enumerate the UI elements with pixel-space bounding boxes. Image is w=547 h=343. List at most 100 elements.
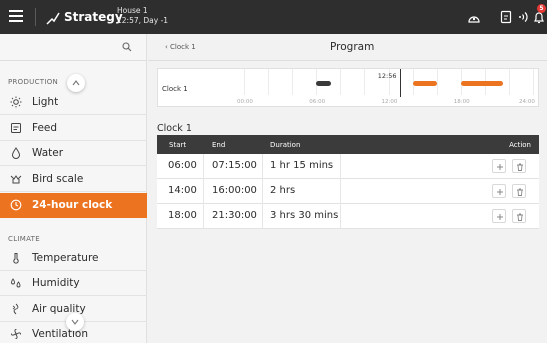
cell-end: 21:30:00 bbox=[212, 210, 257, 221]
sidebar-item-humidity[interactable]: Humidity bbox=[0, 271, 147, 296]
add-button[interactable] bbox=[492, 184, 506, 198]
plus-icon bbox=[497, 164, 503, 170]
plus-icon bbox=[497, 189, 503, 195]
divider bbox=[203, 154, 204, 179]
report-icon[interactable] bbox=[499, 10, 513, 24]
search-icon[interactable] bbox=[122, 42, 132, 52]
timeline-segment[interactable] bbox=[316, 81, 332, 86]
sidebar-item-bird-scale[interactable]: Bird scale bbox=[0, 167, 147, 192]
signal-icon[interactable] bbox=[516, 10, 530, 24]
menu-icon[interactable] bbox=[9, 10, 23, 24]
column-duration: Duration bbox=[270, 141, 301, 149]
page-section-title: Strategy bbox=[64, 10, 123, 24]
dashboard-icon[interactable] bbox=[467, 10, 481, 24]
divider bbox=[340, 204, 341, 229]
house-info[interactable]: House 1 12:57, Day -1 bbox=[117, 6, 168, 26]
delete-button[interactable] bbox=[512, 209, 526, 223]
search-bar[interactable] bbox=[0, 34, 147, 61]
trash-icon bbox=[517, 163, 523, 171]
timeline-gridline bbox=[340, 69, 342, 95]
program-table: Start End Duration Action 06:00 07:15:00 1… bbox=[157, 135, 539, 229]
sidebar-item-label: Temperature bbox=[32, 252, 99, 264]
sidebar-item-label: 24-hour clock bbox=[32, 199, 113, 211]
current-time-label: 12:56 bbox=[377, 72, 397, 80]
sidebar-item-label: Ventilation bbox=[32, 328, 88, 340]
top-bar: Strategy House 1 12:57, Day -1 5 bbox=[0, 0, 547, 34]
delete-button[interactable] bbox=[512, 184, 526, 198]
sidebar-item-label: Feed bbox=[32, 122, 58, 134]
cell-end: 16:00:00 bbox=[212, 185, 257, 196]
sidebar-item-light[interactable]: Light bbox=[0, 90, 147, 115]
cell-duration: 3 hrs 30 mins bbox=[270, 210, 339, 221]
axis-tick-label: 18:00 bbox=[453, 99, 470, 105]
timeline-gridline bbox=[292, 69, 294, 95]
thermometer-icon bbox=[13, 253, 19, 264]
cell-end: 07:15:00 bbox=[212, 160, 257, 171]
timeline-chart: Clock 1 12:56 00:00 06:00 12:00 18:00 24:00 bbox=[157, 68, 539, 107]
timeline-plot: 12:56 00:00 06:00 12:00 18:00 24:00 bbox=[237, 69, 535, 105]
divider bbox=[340, 154, 341, 179]
chevron-down-icon bbox=[71, 319, 79, 325]
cell-duration: 2 hrs bbox=[270, 185, 296, 196]
timeline-gridline bbox=[268, 69, 270, 95]
sidebar-item-water[interactable]: Water bbox=[0, 141, 147, 166]
column-end: End bbox=[212, 141, 226, 149]
breadcrumb-bar: ‹ Clock 1 Program bbox=[148, 34, 547, 61]
house-name: House 1 bbox=[117, 6, 148, 15]
sidebar: PRODUCTION Light Feed Water Bird scale 2… bbox=[0, 34, 147, 343]
timeline-gridline bbox=[244, 69, 245, 95]
expand-button[interactable] bbox=[66, 313, 84, 331]
divider bbox=[262, 154, 263, 179]
timeline-segment[interactable] bbox=[460, 81, 503, 86]
section-climate: CLIMATE bbox=[8, 235, 40, 243]
breadcrumb[interactable]: ‹ Clock 1 bbox=[165, 43, 196, 51]
main-content: ‹ Clock 1 Program Clock 1 12:56 00:00 06:0… bbox=[148, 34, 547, 343]
divider bbox=[203, 179, 204, 204]
section-production: PRODUCTION bbox=[8, 78, 59, 86]
table-header: Start End Duration Action bbox=[157, 135, 539, 154]
plus-icon bbox=[497, 214, 503, 220]
light-icon bbox=[10, 96, 22, 108]
current-time-marker bbox=[399, 69, 402, 97]
timeline-segment[interactable] bbox=[412, 81, 437, 86]
add-button[interactable] bbox=[492, 159, 506, 173]
timeline-gridline bbox=[508, 69, 510, 95]
clock-icon bbox=[10, 199, 22, 211]
timeline-gridline bbox=[436, 69, 438, 95]
chevron-up-icon bbox=[72, 80, 80, 86]
divider bbox=[262, 204, 263, 229]
table-title: Clock 1 bbox=[157, 123, 192, 134]
air-quality-icon bbox=[12, 303, 19, 315]
axis-tick-label: 00:00 bbox=[237, 99, 253, 105]
axis-tick-label: 24:00 bbox=[519, 99, 535, 105]
axis-tick-label: 12:00 bbox=[381, 99, 398, 105]
column-action: Action bbox=[509, 141, 531, 149]
add-button[interactable] bbox=[492, 209, 506, 223]
delete-button[interactable] bbox=[512, 159, 526, 173]
trash-icon bbox=[517, 213, 523, 221]
axis-tick-label: 06:00 bbox=[309, 99, 326, 105]
house-time: 12:57, Day -1 bbox=[117, 16, 169, 25]
sidebar-item-feed[interactable]: Feed bbox=[0, 116, 147, 141]
notification-badge: 5 bbox=[537, 4, 546, 13]
column-start: Start bbox=[169, 141, 187, 149]
sidebar-item-label: Humidity bbox=[32, 277, 80, 289]
table-row: 18:00 21:30:00 3 hrs 30 mins bbox=[157, 204, 539, 229]
divider bbox=[203, 204, 204, 229]
sidebar-item-label: Water bbox=[32, 147, 64, 159]
timeline-label: Clock 1 bbox=[162, 85, 188, 93]
ventilation-icon bbox=[10, 328, 22, 340]
sidebar-item-temperature[interactable]: Temperature bbox=[0, 246, 147, 271]
feed-icon bbox=[11, 123, 21, 133]
strategy-icon bbox=[46, 12, 60, 25]
sidebar-item-label: Bird scale bbox=[32, 173, 84, 185]
timeline-gridline bbox=[364, 69, 366, 95]
sidebar-item-24-hour-clock[interactable]: 24-hour clock bbox=[0, 193, 147, 218]
page-title: Program bbox=[330, 41, 375, 53]
table-row: 06:00 07:15:00 1 hr 15 mins bbox=[157, 154, 539, 179]
cell-start: 18:00 bbox=[168, 210, 197, 221]
divider bbox=[262, 179, 263, 204]
timeline-gridline bbox=[533, 69, 534, 95]
sidebar-item-label: Light bbox=[32, 96, 59, 108]
cell-duration: 1 hr 15 mins bbox=[270, 160, 334, 171]
